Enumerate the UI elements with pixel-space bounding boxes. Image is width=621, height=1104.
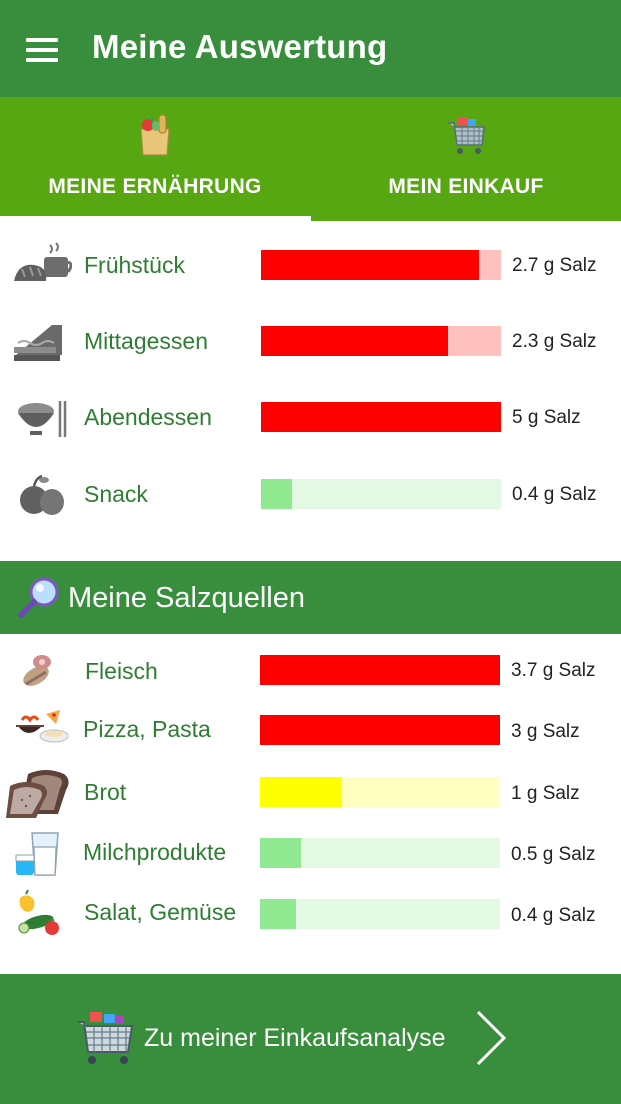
source-label: Salat, Gemüse — [84, 899, 237, 925]
hamburger-icon — [26, 38, 58, 42]
salt-bar-fill — [260, 655, 500, 685]
salt-value: 2.3 g Salz — [512, 331, 597, 352]
salt-sources-header: Meine Salzquellen — [0, 561, 621, 634]
source-label: Brot — [84, 779, 127, 805]
pizza-pasta-icon — [16, 710, 69, 743]
tab-mein-einkauf[interactable]: MEIN EINKAUF — [311, 97, 621, 221]
meal-label: Frühstück — [84, 252, 185, 278]
salt-value: 0.4 g Salz — [512, 484, 597, 505]
source-row-salat-gemuese[interactable]: Salat, Gemüse 0.4 g Salz — [0, 884, 621, 944]
salt-bar-fill — [261, 479, 293, 509]
source-row-fleisch[interactable]: Fleisch 3.7 g Salz — [0, 640, 621, 700]
salt-value: 5 g Salz — [512, 407, 581, 428]
source-row-milchprodukte[interactable]: Milchprodukte 0.5 g Salz — [0, 823, 621, 883]
salt-bar — [260, 899, 500, 929]
breakfast-icon — [14, 242, 72, 281]
source-label: Milchprodukte — [83, 839, 227, 865]
apple-icon — [20, 474, 64, 515]
meal-row-mittagessen[interactable]: Mittagessen 2.3 g Salz — [0, 311, 621, 371]
salt-bar — [260, 838, 500, 868]
shopping-cart-icon — [78, 1012, 134, 1064]
salt-bar-fill — [261, 326, 449, 356]
salt-bar — [261, 326, 501, 356]
salt-bar-fill — [260, 838, 301, 868]
menu-button[interactable] — [18, 30, 66, 70]
salt-value: 0.4 g Salz — [511, 905, 596, 926]
salt-value: 3.7 g Salz — [511, 660, 596, 681]
meal-row-fruehstueck[interactable]: Frühstück 2.7 g Salz — [0, 235, 621, 295]
source-row-brot[interactable]: Brot 1 g Salz — [0, 762, 621, 822]
tab-indicator — [0, 216, 311, 221]
tab-label: MEINE ERNÄHRUNG — [48, 175, 262, 198]
grocery-bag-icon — [140, 114, 170, 156]
meal-row-snack[interactable]: Snack 0.4 g Salz — [0, 464, 621, 524]
source-row-pizza-pasta[interactable]: Pizza, Pasta 3 g Salz — [0, 700, 621, 760]
salt-bar — [261, 250, 501, 280]
salt-value: 3 g Salz — [511, 721, 580, 742]
shopping-analysis-button[interactable]: Zu meiner Einkaufsanalyse — [0, 974, 621, 1104]
page-title: Meine Auswertung — [92, 28, 388, 65]
bread-icon — [6, 770, 69, 818]
meal-label: Mittagessen — [84, 328, 209, 354]
salt-bar-fill — [260, 777, 342, 807]
salt-value: 0.5 g Salz — [511, 844, 596, 865]
source-label: Pizza, Pasta — [83, 716, 211, 742]
salt-bar-fill — [261, 250, 480, 280]
vegetables-icon — [18, 890, 59, 935]
tab-bar: MEINE ERNÄHRUNG MEIN EINKAUF — [0, 97, 621, 221]
dinner-bowl-icon — [18, 401, 67, 437]
salt-bar-fill — [260, 715, 500, 745]
salt-bar-fill — [260, 899, 296, 929]
salt-value: 1 g Salz — [511, 783, 580, 804]
milk-icon — [15, 832, 59, 876]
cta-label: Zu meiner Einkaufsanalyse — [144, 1024, 446, 1052]
shopping-cart-icon — [448, 117, 485, 154]
chevron-right-icon — [476, 1010, 507, 1066]
salt-bar — [260, 655, 500, 685]
source-label: Fleisch — [85, 658, 158, 684]
meal-label: Abendessen — [84, 404, 212, 430]
section-title: Meine Salzquellen — [68, 582, 305, 614]
salt-bar — [260, 777, 500, 807]
salt-bar — [261, 479, 501, 509]
app-bar: Meine Auswertung — [0, 0, 621, 97]
magnifier-icon — [18, 577, 59, 618]
sandwich-icon — [14, 325, 62, 361]
salt-value: 2.7 g Salz — [512, 255, 597, 276]
salt-bar — [261, 402, 501, 432]
meal-row-abendessen[interactable]: Abendessen 5 g Salz — [0, 387, 621, 447]
salt-bar-fill — [261, 402, 501, 432]
tab-meine-ernaehrung[interactable]: MEINE ERNÄHRUNG — [0, 97, 310, 221]
meat-icon — [23, 655, 51, 686]
meal-label: Snack — [84, 481, 148, 507]
tab-label: MEIN EINKAUF — [388, 175, 544, 198]
salt-bar — [260, 715, 500, 745]
